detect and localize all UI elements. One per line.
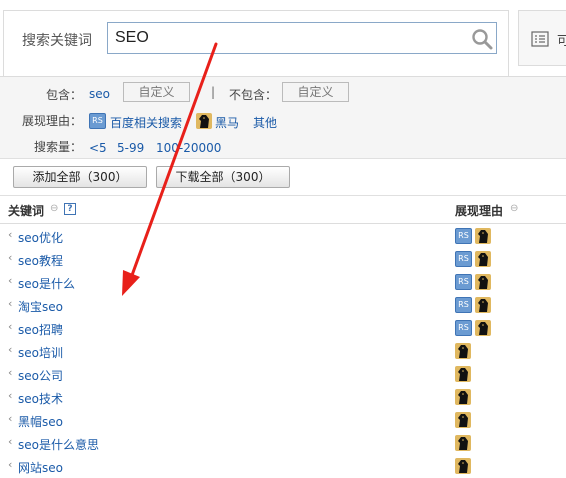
- keyword-link[interactable]: 网站seo: [18, 459, 63, 476]
- rs-icon: RS: [455, 274, 472, 290]
- column-reason[interactable]: 展现理由: [455, 202, 503, 219]
- add-keyword-arrow-icon[interactable]: ‹: [8, 366, 12, 379]
- table-header: 关键词 ⊖ ? 展现理由 ⊖: [0, 196, 566, 224]
- volume-label: 搜索量：: [34, 140, 83, 154]
- list-icon: [531, 31, 549, 47]
- include-custom-button[interactable]: 自定义: [123, 82, 190, 102]
- horse-icon: [475, 320, 491, 336]
- table-row: ‹ seo招聘 RS: [0, 317, 566, 340]
- horse-icon: [475, 251, 491, 267]
- reason-icons: [455, 366, 474, 383]
- add-keyword-arrow-icon[interactable]: ‹: [8, 297, 12, 310]
- horse-icon: [455, 412, 471, 428]
- reason-icons: RS: [455, 320, 494, 337]
- volume-option[interactable]: 5-99: [117, 141, 144, 155]
- help-icon[interactable]: ?: [64, 203, 76, 215]
- table-row: ‹ seo技术: [0, 386, 566, 409]
- reason-icons: [455, 412, 474, 429]
- reason-other-link[interactable]: 其他: [253, 114, 277, 131]
- table-row: ‹ seo培训: [0, 340, 566, 363]
- sort-icon[interactable]: ⊖: [50, 203, 60, 215]
- keyword-link[interactable]: seo教程: [18, 252, 63, 269]
- reason-horse-link[interactable]: 黑马: [215, 114, 239, 131]
- reason-icons: RS: [455, 251, 494, 268]
- keyword-link[interactable]: seo培训: [18, 344, 63, 361]
- add-keyword-arrow-icon[interactable]: ‹: [8, 228, 12, 241]
- search-input[interactable]: SEO: [107, 22, 497, 54]
- table-row: ‹ seo是什么 RS: [0, 271, 566, 294]
- search-label: 搜索关键词: [22, 33, 92, 49]
- rs-icon: RS: [455, 297, 472, 313]
- include-label: 包含：: [46, 88, 83, 102]
- side-tab-label: 可: [557, 34, 566, 49]
- add-all-button[interactable]: 添加全部（300）: [13, 166, 147, 188]
- rs-icon: RS: [89, 113, 106, 129]
- keyword-link[interactable]: seo技术: [18, 390, 63, 407]
- horse-icon: [455, 366, 471, 382]
- include-value[interactable]: seo: [89, 87, 110, 101]
- table-row: ‹ seo公司: [0, 363, 566, 386]
- reason-baidu-link[interactable]: 百度相关搜索: [110, 114, 182, 131]
- add-keyword-arrow-icon[interactable]: ‹: [8, 412, 12, 425]
- horse-icon: [455, 389, 471, 405]
- table-row: ‹ 黑帽seo: [0, 409, 566, 432]
- volume-option[interactable]: 100-20000: [156, 141, 221, 155]
- table-row: ‹ 淘宝seo RS: [0, 294, 566, 317]
- add-keyword-arrow-icon[interactable]: ‹: [8, 274, 12, 287]
- reason-icons: [455, 458, 474, 475]
- keyword-link[interactable]: 淘宝seo: [18, 298, 63, 315]
- add-keyword-arrow-icon[interactable]: ‹: [8, 343, 12, 356]
- keyword-link[interactable]: seo是什么意思: [18, 436, 99, 453]
- download-all-button[interactable]: 下载全部（300）: [156, 166, 290, 188]
- add-keyword-arrow-icon[interactable]: ‹: [8, 458, 12, 471]
- reason-icons: RS: [455, 228, 494, 245]
- filter-panel: 包含： seo 自定义 | 不包含： 自定义 展现理由： RS 百度相关搜索 黑…: [0, 76, 566, 158]
- table-row: ‹ seo是什么意思: [0, 432, 566, 455]
- filter-separator: |: [211, 85, 216, 99]
- horse-icon: [475, 228, 491, 244]
- search-input-value[interactable]: SEO: [115, 29, 149, 47]
- keyword-link[interactable]: 黑帽seo: [18, 413, 63, 430]
- volume-option[interactable]: <5: [89, 141, 107, 155]
- add-keyword-arrow-icon[interactable]: ‹: [8, 251, 12, 264]
- add-keyword-arrow-icon[interactable]: ‹: [8, 435, 12, 448]
- exclude-label: 不包含：: [229, 88, 278, 102]
- exclude-custom-button[interactable]: 自定义: [282, 82, 349, 102]
- keyword-link[interactable]: seo是什么: [18, 275, 75, 292]
- search-header: 搜索关键词 SEO 可: [0, 0, 566, 76]
- sort-icon[interactable]: ⊖: [510, 203, 520, 215]
- horse-icon: [196, 113, 212, 129]
- column-keyword[interactable]: 关键词: [8, 202, 44, 219]
- horse-icon: [455, 343, 471, 359]
- reason-icons: [455, 435, 474, 452]
- reason-label: 展现理由：: [22, 114, 83, 128]
- keyword-link[interactable]: seo招聘: [18, 321, 63, 338]
- table-row: ‹ seo优化 RS: [0, 225, 566, 248]
- reason-icons: [455, 343, 474, 360]
- horse-icon: [475, 274, 491, 290]
- add-keyword-arrow-icon[interactable]: ‹: [8, 389, 12, 402]
- horse-icon: [455, 458, 471, 474]
- table-row: ‹ 网站seo: [0, 455, 566, 478]
- add-keyword-arrow-icon[interactable]: ‹: [8, 320, 12, 333]
- table-row: ‹ seo教程 RS: [0, 248, 566, 271]
- keyword-link[interactable]: seo公司: [18, 367, 63, 384]
- horse-icon: [455, 435, 471, 451]
- reason-icons: RS: [455, 297, 494, 314]
- reason-icons: RS: [455, 274, 494, 291]
- horse-icon: [475, 297, 491, 313]
- rs-icon: RS: [455, 251, 472, 267]
- action-bar: 添加全部（300） 下载全部（300）: [0, 158, 566, 196]
- search-icon[interactable]: [470, 27, 494, 51]
- reason-icons: [455, 389, 474, 406]
- side-tab[interactable]: 可: [518, 10, 566, 66]
- keyword-link[interactable]: seo优化: [18, 229, 63, 246]
- rs-icon: RS: [455, 228, 472, 244]
- rs-icon: RS: [455, 320, 472, 336]
